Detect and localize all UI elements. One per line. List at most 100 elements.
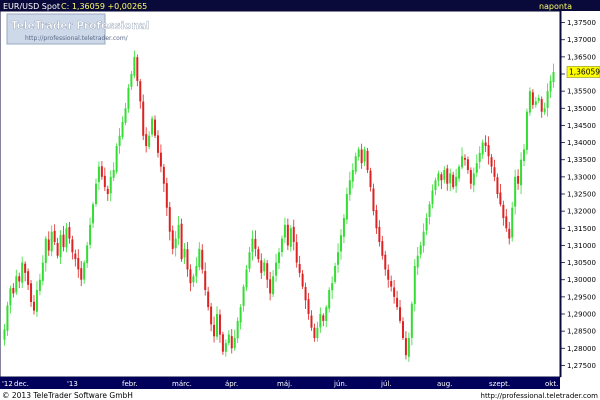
x-tick-label: júl. [380,380,392,388]
candle-body [133,56,136,76]
x-tick-label: aug. [437,380,452,388]
candle-body [537,98,540,101]
candle-body [207,291,210,308]
candle-body [24,263,27,273]
candle-body [334,266,337,282]
candle-body [83,262,86,280]
candle-body [74,253,77,260]
candle-body [233,338,236,349]
y-tick-label: 1,36500 [567,53,596,61]
candle-body [298,263,301,273]
candle-body [3,329,6,340]
y-tick-label: 1,29500 [567,293,596,301]
instrument-title: EUR/USD Spot [3,2,60,11]
y-tick-label: 1,35500 [567,88,596,96]
x-tick-label: okt. [545,380,558,388]
candle-body [378,226,381,242]
candle-body [62,234,65,248]
candle-body [115,146,118,172]
candle-body [97,166,100,183]
y-tick-label: 1,27500 [567,362,596,370]
candle-body [478,152,481,162]
candle-body [313,327,316,338]
candle-body [337,252,340,265]
candle-body [218,314,221,335]
candle-body [89,224,92,245]
candle-body [514,176,517,207]
candle-body [404,338,407,356]
y-tick-label: 1,30000 [567,276,596,284]
candle-body [369,170,372,188]
candle-body [275,262,278,276]
candle-body [68,227,71,239]
candle-body [216,314,219,337]
candle-body [92,204,95,224]
candle-body [520,159,523,186]
candle-body [310,315,313,328]
candle-body [458,166,461,179]
candle-body [180,223,183,260]
candle-body [201,249,204,270]
candle-body [345,194,348,220]
candle-body [136,57,139,81]
candle-body [239,307,242,323]
candle-body [393,287,396,297]
candle-body [360,149,363,164]
candle-body [437,173,440,181]
y-tick-label: 1,34000 [567,139,596,147]
candle-body [372,188,375,212]
candle-body [390,281,393,287]
candle-body [552,71,555,83]
candle-body [151,118,154,135]
candle-body [103,175,106,188]
candle-body [443,170,446,180]
candle-body [32,301,35,311]
candle-body [534,101,537,105]
candle-body [328,290,331,309]
candle-body [183,248,186,258]
x-tick-label: máj. [277,380,292,388]
y-tick-label: 1,35000 [567,105,596,113]
y-tick-label: 1,30500 [567,259,596,267]
candle-body [490,157,493,167]
candle-body [452,174,455,188]
candle-body [466,159,469,170]
chart-frame: EUR/USD Spot C: 1,36059 +0,00265 naponta… [0,0,600,400]
candle-body [139,81,142,102]
candle-body [295,242,298,263]
x-tick-label: ápr. [225,380,238,388]
candle-body [12,287,15,294]
candle-body [18,276,21,282]
candle-body [266,263,269,280]
candle-body [375,210,378,229]
candle-body [80,268,83,280]
y-tick-label: 1,32500 [567,191,596,199]
candle-body [148,135,151,147]
candle-body [77,257,80,270]
candle-body [21,262,24,283]
candle-body [59,235,62,258]
footer-copyright: © 2013 TeleTrader Software GmbH [2,391,133,400]
y-tick-label: 1,37000 [567,36,596,44]
candle-body [251,238,254,252]
y-tick-label: 1,28000 [567,345,596,353]
candle-body [304,287,307,301]
y-tick-label: 1,28500 [567,328,596,336]
y-tick-label: 1,33000 [567,173,596,181]
candle-body [177,224,180,239]
candle-body [546,91,549,108]
candle-body [469,170,472,184]
candle-body [44,238,47,264]
candle-body [461,156,464,168]
candle-body [484,142,487,146]
candle-body [30,283,33,302]
candle-body [263,262,266,272]
x-tick-label: márc. [172,380,192,388]
candle-body [124,108,127,123]
candle-body [307,299,310,314]
candle-body [543,108,546,113]
x-tick-label: szept. [489,380,510,388]
candle-body [289,228,292,247]
candle-body [549,80,552,92]
candle-body [319,314,322,328]
